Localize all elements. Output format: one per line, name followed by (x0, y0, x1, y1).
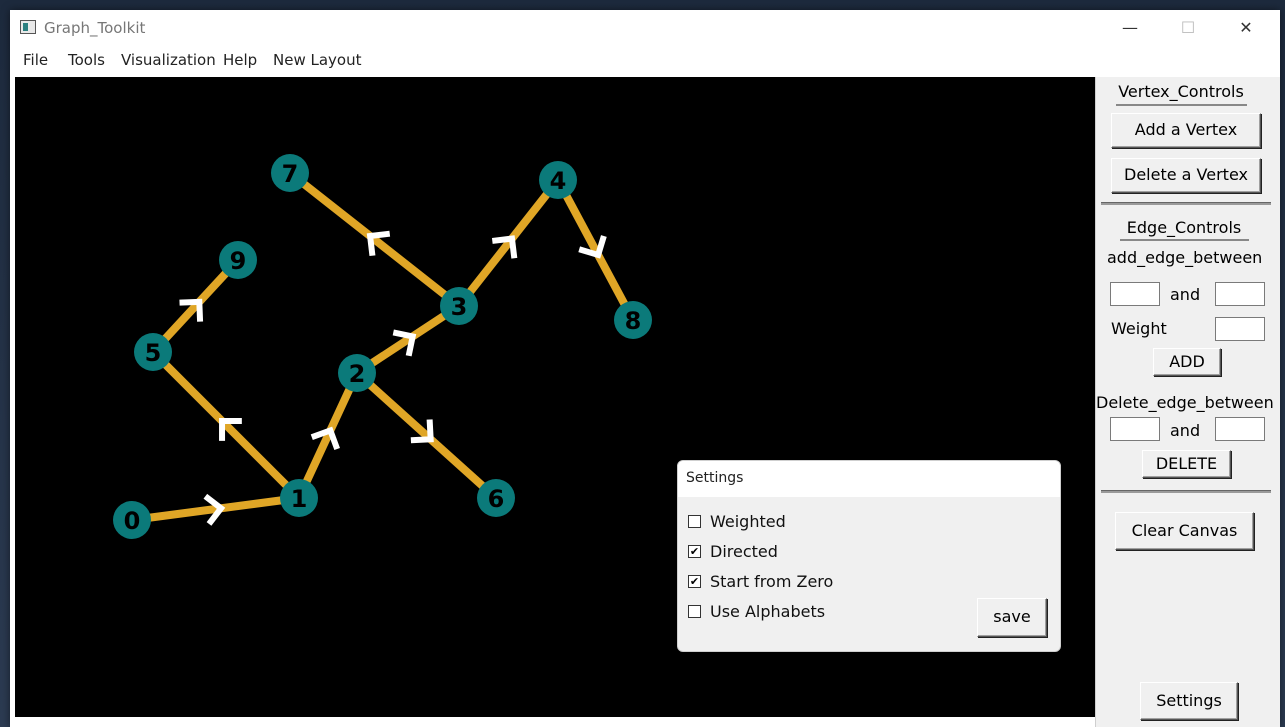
edge-1-5 (150, 349, 302, 501)
app-icon (20, 20, 36, 34)
edge-2-6 (354, 370, 499, 501)
delete-edge-button[interactable]: DELETE (1142, 450, 1231, 478)
and-label: and (1170, 421, 1201, 440)
edge-1-2 (295, 371, 361, 500)
delete-edge-between-label: Delete_edge_between (1096, 393, 1274, 412)
start-from-zero-label: Start from Zero (710, 572, 834, 591)
add-edge-between-label: add_edge_between (1107, 248, 1263, 267)
directed-label: Directed (710, 542, 778, 561)
menu-file[interactable]: File (23, 51, 48, 69)
vertex-label-4: 4 (550, 167, 567, 195)
vertex-label-3: 3 (451, 293, 468, 321)
delete-edge-from-input[interactable] (1110, 417, 1160, 441)
vertex-label-7: 7 (282, 160, 299, 188)
settings-dialog-title: Settings (686, 470, 744, 486)
weighted-checkbox[interactable] (688, 515, 701, 528)
add-vertex-button[interactable]: Add a Vertex (1111, 113, 1261, 148)
close-button[interactable]: ✕ (1223, 13, 1269, 43)
menu-help[interactable]: Help (223, 51, 257, 69)
use-alphabets-checkbox[interactable] (688, 605, 701, 618)
edge-4-8 (554, 178, 637, 322)
and-label: and (1170, 285, 1201, 304)
edge-3-7 (287, 169, 462, 310)
maximize-button[interactable]: ☐ (1165, 13, 1211, 43)
add-edge-to-input[interactable] (1215, 282, 1265, 306)
edge-3-4 (455, 177, 562, 309)
vertex-controls-heading: Vertex_Controls (1118, 82, 1244, 101)
window-title: Graph_Toolkit (44, 19, 146, 37)
menu-new-layout[interactable]: New Layout (273, 51, 361, 69)
menu-tools[interactable]: Tools (68, 51, 105, 69)
vertex-label-0: 0 (124, 507, 141, 535)
heading-underline (1120, 239, 1249, 241)
vertex-label-6: 6 (488, 485, 505, 513)
minimize-button[interactable]: — (1107, 13, 1153, 43)
directed-checkbox[interactable]: ✔ (688, 545, 701, 558)
settings-dialog-titlebar[interactable]: Settings (678, 461, 1060, 497)
app-window: Graph_Toolkit — ☐ ✕ File Tools Visualiza… (10, 10, 1280, 727)
menu-visualization[interactable]: Visualization (121, 51, 216, 69)
clear-canvas-button[interactable]: Clear Canvas (1115, 512, 1254, 550)
use-alphabets-label: Use Alphabets (710, 602, 826, 621)
add-edge-button[interactable]: ADD (1153, 348, 1221, 376)
delete-edge-to-input[interactable] (1215, 417, 1265, 441)
section-divider (1101, 202, 1271, 205)
weight-input[interactable] (1215, 317, 1265, 341)
weight-label: Weight (1111, 319, 1167, 338)
add-edge-from-input[interactable] (1110, 282, 1160, 306)
section-divider (1101, 490, 1271, 493)
start-from-zero-checkbox[interactable]: ✔ (688, 575, 701, 588)
weighted-label: Weighted (710, 512, 786, 531)
vertex-label-8: 8 (625, 307, 642, 335)
settings-dialog: Settings Weighted ✔ Directed ✔ Start fro… (677, 460, 1061, 652)
vertex-label-9: 9 (230, 247, 247, 275)
heading-underline (1116, 104, 1247, 106)
save-button[interactable]: save (977, 598, 1047, 637)
menu-bar: File Tools Visualization Help New Layout (10, 46, 1280, 76)
vertex-label-2: 2 (349, 360, 366, 388)
control-panel: Vertex_Controls Add a Vertex Delete a Ve… (1096, 77, 1280, 727)
edge-controls-heading: Edge_Controls (1126, 218, 1242, 237)
settings-button[interactable]: Settings (1140, 682, 1238, 720)
vertex-label-1: 1 (291, 485, 308, 513)
title-bar[interactable]: Graph_Toolkit — ☐ ✕ (10, 10, 1280, 46)
delete-vertex-button[interactable]: Delete a Vertex (1111, 158, 1261, 193)
vertex-label-5: 5 (145, 339, 162, 367)
